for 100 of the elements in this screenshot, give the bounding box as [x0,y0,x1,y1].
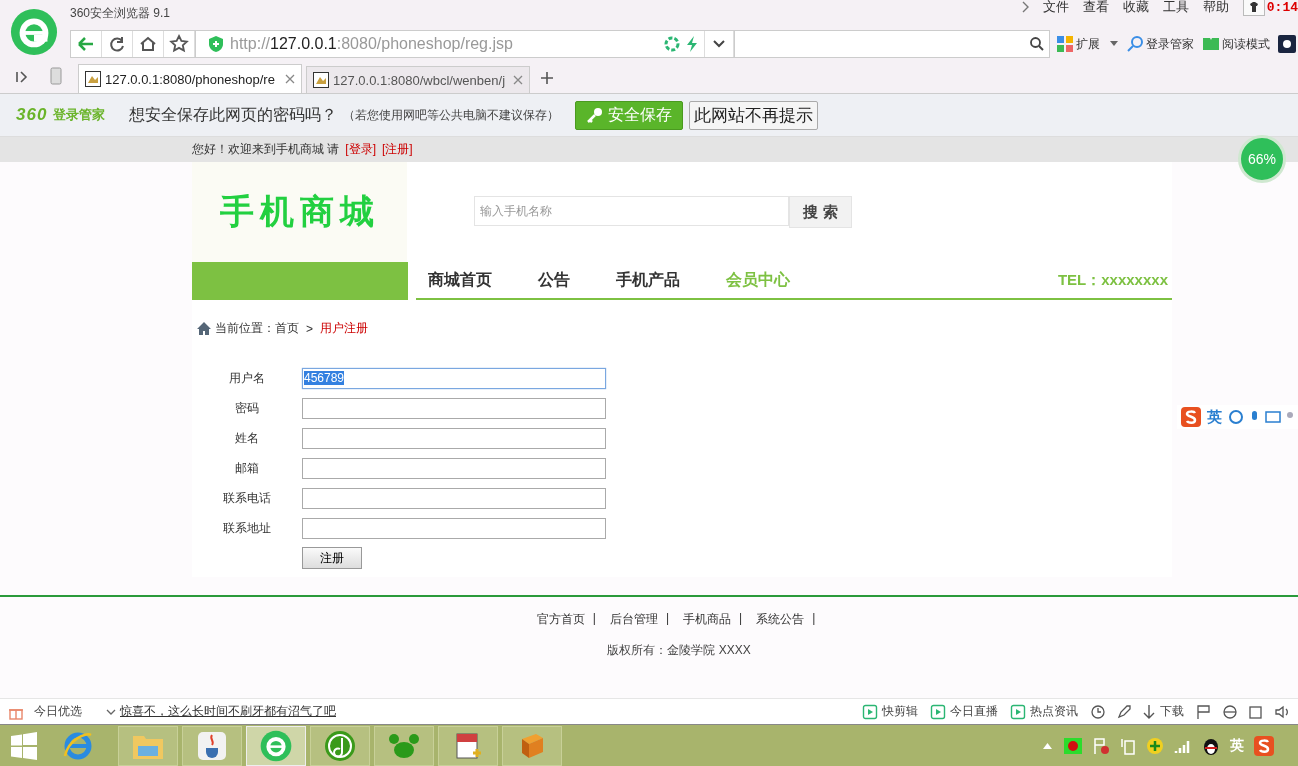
footer-link[interactable]: 后台管理 [609,611,658,628]
login-link[interactable]: [登录] [345,141,376,158]
clock-text: 0:14 [1266,0,1298,15]
flag-icon[interactable] [1092,736,1110,755]
status-item[interactable]: 今日直播 [930,703,998,720]
footer-separator: | [739,611,743,627]
field-label: 联系地址 [222,519,272,537]
status-item[interactable]: 热点资讯 [1010,703,1078,720]
grid-icon [1056,35,1074,53]
shield-icon [208,35,224,53]
nav-item[interactable]: 手机产品 [616,269,680,291]
recorder-icon[interactable] [1064,737,1082,754]
address-field[interactable]: http://127.0.0.1:8080/phoneshop/reg.jsp [196,30,735,58]
close-icon[interactable] [285,74,295,84]
skin-button[interactable] [1242,0,1265,16]
nav-item[interactable]: 公告 [538,269,570,291]
brand-name: 登录管家 [53,106,106,124]
ime-logo-icon[interactable] [1254,735,1274,756]
favicon-icon [85,71,101,87]
chevron-icon[interactable] [1020,1,1029,13]
status-item[interactable]: 快剪辑 [862,703,918,720]
login-manager-button[interactable]: 登录管家 [1126,35,1194,53]
footer-separator: | [592,611,596,627]
input-field[interactable]: 456789 [302,367,606,389]
home-icon [196,321,212,336]
chevron-icon[interactable] [106,707,116,716]
notepad-icon[interactable] [438,725,498,766]
favicon-icon [313,72,329,88]
field-label: 用户名 [228,369,266,387]
field-label: 邮箱 [234,459,260,477]
clock-icon[interactable] [1090,703,1106,720]
input-field[interactable] [302,427,606,449]
ime-logo-icon [1181,407,1201,427]
browser-logo-icon [10,8,58,56]
menu-item[interactable]: 帮助 [1202,0,1229,16]
play-icon [862,703,878,720]
footer-link[interactable]: 系统公告 [756,611,805,628]
magnifier-icon [1126,35,1144,53]
footer-link[interactable]: 官方首页 [536,611,585,628]
lightning-icon[interactable] [684,35,700,53]
input-field[interactable] [302,397,606,419]
breadcrumb-separator: > [306,321,313,336]
dreamweaver-icon[interactable] [310,725,370,766]
register-link[interactable]: [注册] [382,141,413,158]
field-label: 密码 [234,399,260,417]
search-field[interactable] [735,30,1050,58]
menu-item[interactable]: 收藏 [1122,0,1149,16]
status-label[interactable]: 今日优选 [34,703,82,720]
footer-separator: | [812,611,816,627]
caret-icon[interactable] [1110,41,1118,47]
extensions-button[interactable]: 扩展 [1056,35,1118,53]
password-note: （若您使用网吧等公共电脑不建议保存） [343,106,560,124]
download-icon [1142,703,1156,720]
brand-logo: 360 [16,105,48,125]
close-icon[interactable] [513,75,523,85]
field-label: 姓名 [234,429,260,447]
greeting-text: 您好！欢迎来到手机商城 请 [192,141,340,158]
speaker-icon[interactable] [1274,703,1290,720]
breadcrumb-text: 当前位置：首页 [215,320,299,337]
window-title: 360安全浏览器 9.1 [70,4,171,22]
play-icon [930,703,946,720]
aperture-icon[interactable] [664,36,680,52]
nav-item[interactable]: 商城首页 [428,269,492,291]
shirt-icon [1247,1,1260,13]
footer-separator: | [665,611,669,627]
input-field[interactable] [302,457,606,479]
flag-icon[interactable] [1196,703,1212,720]
search-button[interactable]: 搜 索 [789,196,852,228]
menu-item[interactable]: 工具 [1162,0,1189,16]
input-field[interactable] [302,487,606,509]
field-label: 联系电话 [222,489,272,507]
never-remind-button[interactable]: 此网站不再提示 [689,100,819,130]
plus-circle-icon[interactable] [1146,736,1164,755]
dropdown-icon[interactable] [704,31,734,57]
play-icon [1010,703,1026,720]
product-search-field[interactable]: 输入手机名称 [474,196,789,226]
paw-icon[interactable] [374,725,434,766]
breadcrumb-current: 用户注册 [320,320,368,337]
menu-item[interactable]: 查看 [1082,0,1109,16]
new-tab-icon[interactable] [540,71,554,85]
download-button[interactable]: 下载 [1142,703,1184,720]
copyright-text: 版权所有：金陵学院 XXXX [607,642,751,659]
browser-tab[interactable]: 127.0.0.1:8080/phoneshop/re [78,64,302,93]
browser-tab[interactable]: 127.0.0.1:8080/wbcl/wenben/j [306,66,530,93]
footer-link[interactable]: 手机商品 [683,611,731,628]
menu-item[interactable]: 文件 [1042,0,1069,16]
key-icon [586,106,605,124]
window-icon[interactable] [1248,703,1264,720]
ime-toolbar[interactable]: 英 [1177,405,1298,429]
input-field[interactable] [302,517,606,539]
sidebar-toggle-icon[interactable] [14,69,30,85]
news-link[interactable]: 惊喜不，这么长时间不刷牙都有沼气了吧 [120,703,336,720]
start-icon[interactable] [10,731,38,760]
search-icon[interactable] [1029,36,1045,52]
reading-mode-button[interactable]: 阅读模式 [1202,35,1270,53]
tray-arrow-icon[interactable] [1043,742,1052,749]
register-button[interactable]: 注册 [302,547,362,569]
java-icon[interactable] [182,725,242,766]
phone-number: TEL：xxxxxxxx [1057,270,1168,290]
browser-icon[interactable] [246,725,306,766]
